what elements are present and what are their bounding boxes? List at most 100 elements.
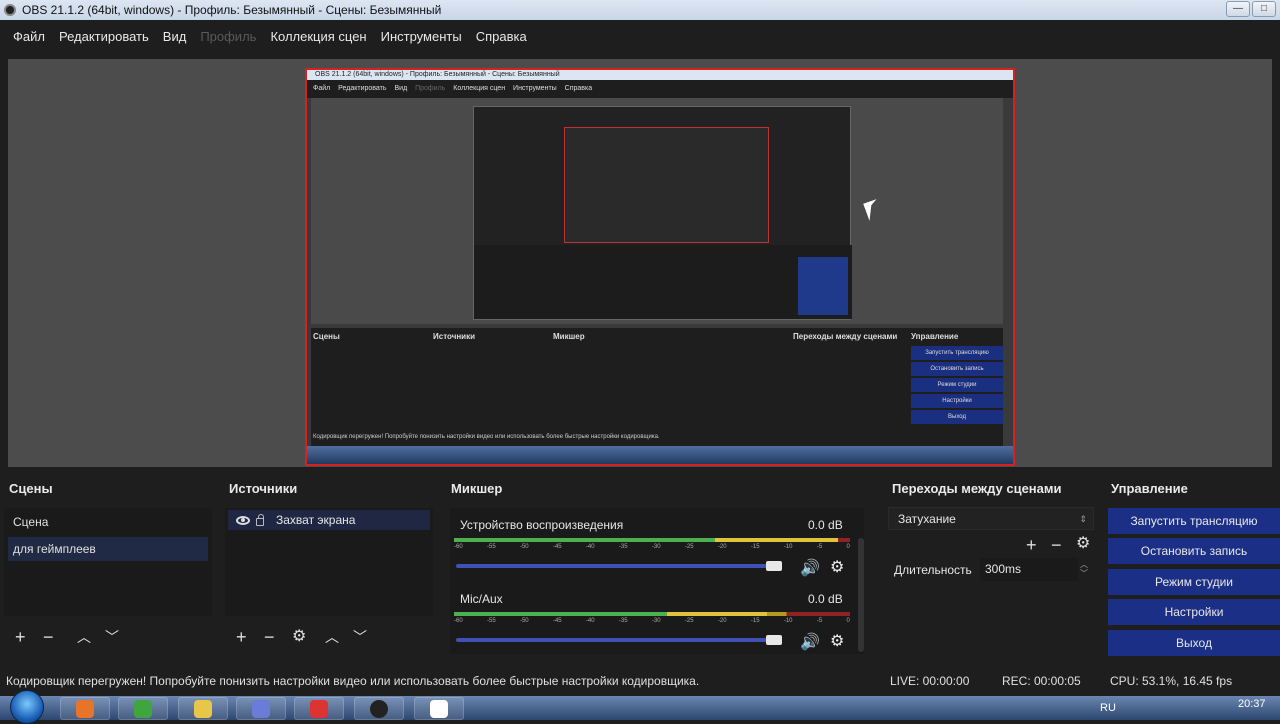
duration-input[interactable]: 300ms	[980, 558, 1078, 581]
meter-level	[454, 538, 839, 542]
taskbar-app[interactable]	[236, 697, 286, 720]
move-scene-up-button[interactable]: ︿	[77, 628, 91, 646]
screen-capture-source[interactable]: OBS 21.1.2 (64bit, windows) - Профиль: Б…	[305, 68, 1015, 466]
transition-select[interactable]: Затухание ⇕	[888, 507, 1094, 530]
nested-menu-item: Профиль	[415, 85, 446, 92]
language-indicator[interactable]: RU	[1100, 702, 1116, 714]
studio-mode-button[interactable]: Режим студии	[1108, 569, 1280, 595]
remove-transition-button[interactable]: −	[1051, 536, 1062, 554]
start-streaming-button[interactable]: Запустить трансляцию	[1108, 508, 1280, 534]
sources-dock-title: Источники	[229, 481, 298, 496]
volume-slider-handle[interactable]	[766, 561, 782, 571]
nested-dock-title: Управление	[911, 332, 959, 341]
media-player-icon	[76, 700, 94, 718]
scale-tick-label: -45	[552, 544, 562, 550]
scene-item-selected[interactable]: для геймплеев	[8, 537, 208, 561]
gear-icon[interactable]: ⚙	[830, 631, 844, 651]
nested-control-button: Выход	[911, 410, 1003, 424]
remove-source-button[interactable]: −	[264, 628, 275, 646]
duration-label: Длительность	[894, 563, 972, 577]
move-source-up-button[interactable]: ︿	[325, 628, 339, 646]
menu-help[interactable]: Справка	[469, 29, 534, 44]
yandex-browser-icon	[430, 700, 448, 718]
taskbar-app[interactable]	[294, 697, 344, 720]
settings-button[interactable]: Настройки	[1108, 599, 1280, 625]
track-db: 0.0 dB	[808, 518, 843, 532]
add-source-button[interactable]: +	[236, 628, 247, 646]
nested-menu-bar: Файл Редактировать Вид Профиль Коллекция…	[307, 80, 1013, 98]
nested-dock-title: Переходы между сценами	[793, 332, 898, 341]
add-scene-button[interactable]: +	[15, 628, 26, 646]
nested-menu-item: Файл	[313, 85, 331, 92]
cpu-fps: CPU: 53.1%, 16.45 fps	[1110, 674, 1233, 688]
menu-tools[interactable]: Инструменты	[374, 29, 469, 44]
discord-icon	[252, 700, 270, 718]
volume-slider[interactable]	[456, 564, 782, 568]
meter-level	[454, 612, 767, 616]
gear-icon[interactable]: ⚙	[830, 557, 844, 577]
scale-tick-label: -50	[519, 618, 529, 624]
scene-item[interactable]: Сцена	[4, 510, 212, 534]
stop-recording-button[interactable]: Остановить запись	[1108, 538, 1280, 564]
scale-tick-label: -55	[486, 618, 496, 624]
scale-tick-label: -10	[783, 618, 793, 624]
volume-slider[interactable]	[456, 638, 782, 642]
speaker-icon[interactable]: 🔊	[800, 558, 820, 578]
source-properties-gear-icon[interactable]: ⚙	[292, 628, 306, 646]
lock-icon[interactable]	[256, 514, 264, 526]
scale-tick-label: -5	[816, 544, 823, 550]
taskbar-app[interactable]	[178, 697, 228, 720]
spinner-icon: ⇕	[1079, 514, 1087, 524]
folder-icon	[194, 700, 212, 718]
scale-tick-label: -40	[585, 618, 595, 624]
nested-dock-title: Источники	[433, 332, 476, 341]
scale-tick-label: -55	[486, 544, 496, 550]
scenes-list[interactable]: Сцена для геймплеев	[4, 508, 212, 616]
nested-menu-item: Коллекция сцен	[453, 85, 506, 92]
speaker-icon[interactable]: 🔊	[800, 632, 820, 652]
mixer-dock-title: Микшер	[451, 481, 503, 496]
preview-canvas[interactable]: OBS 21.1.2 (64bit, windows) - Профиль: Б…	[8, 59, 1272, 467]
menu-bar: Файл Редактировать Вид Профиль Коллекция…	[0, 20, 1280, 53]
mixer-panel: Устройство воспроизведения 0.0 dB -60 -55…	[450, 508, 864, 654]
remove-scene-button[interactable]: −	[43, 628, 54, 646]
menu-view[interactable]: Вид	[156, 29, 194, 44]
track-db: 0.0 dB	[808, 592, 843, 606]
obs-icon	[370, 700, 388, 718]
transitions-dock-title: Переходы между сценами	[892, 481, 1062, 496]
menu-profile: Профиль	[200, 29, 257, 44]
visibility-eye-icon[interactable]	[236, 515, 250, 525]
windows-start-icon[interactable]	[10, 690, 44, 724]
move-scene-down-button[interactable]: ﹀	[105, 628, 119, 646]
add-transition-button[interactable]: +	[1026, 536, 1037, 554]
taskbar-app[interactable]	[414, 697, 464, 720]
scale-tick-label: -40	[585, 544, 595, 550]
menu-scene-collection[interactable]: Коллекция сцен	[263, 29, 373, 44]
sources-list[interactable]: Захват экрана	[225, 508, 433, 616]
window-title: OBS 21.1.2 (64bit, windows) - Профиль: Б…	[22, 3, 442, 17]
volume-slider-handle[interactable]	[766, 635, 782, 645]
menu-file[interactable]: Файл	[6, 29, 52, 44]
exit-button[interactable]: Выход	[1108, 630, 1280, 656]
move-source-down-button[interactable]: ﹀	[353, 628, 367, 646]
taskbar-app[interactable]	[118, 697, 168, 720]
scale-tick-label: -60	[454, 544, 463, 550]
track-name: Mic/Aux	[460, 592, 503, 606]
clock[interactable]: 20:37	[1238, 698, 1266, 710]
maximize-button[interactable]: □	[1252, 1, 1276, 17]
mixer-scrollbar[interactable]	[858, 538, 864, 652]
minimize-button[interactable]: —	[1226, 1, 1250, 17]
taskbar-app[interactable]	[60, 697, 110, 720]
source-item[interactable]: Захват экрана	[228, 510, 430, 530]
taskbar-app[interactable]	[354, 697, 404, 720]
menu-edit[interactable]: Редактировать	[52, 29, 156, 44]
nested-status: Кодировщик перегружен! Попробуйте понизи…	[313, 434, 660, 440]
nested-control-button: Запустить трансляцию	[911, 346, 1003, 360]
transition-properties-gear-icon[interactable]: ⚙	[1076, 535, 1090, 553]
duration-spin-icon[interactable]: ︿ ﹀	[1080, 560, 1088, 578]
status-bar: Кодировщик перегружен! Попробуйте понизи…	[0, 668, 1280, 692]
nested-menu-item: Справка	[564, 85, 593, 92]
live-timer: LIVE: 00:00:00	[890, 674, 970, 688]
yandex-icon	[310, 700, 328, 718]
nested-preview-canvas	[311, 98, 1003, 324]
